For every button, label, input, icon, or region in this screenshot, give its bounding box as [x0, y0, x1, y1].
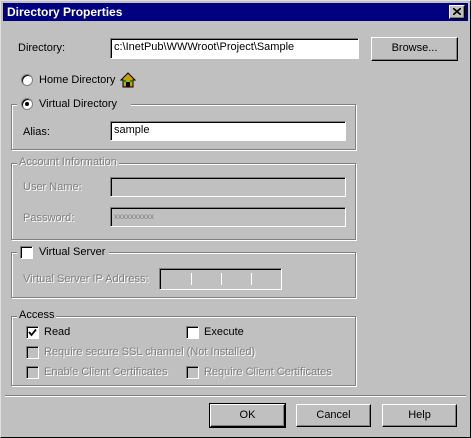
account-information-group — [11, 163, 356, 240]
home-directory-icon — [119, 72, 137, 88]
virtual-server-ip-label: Virtual Server IP Address: — [23, 273, 149, 285]
button-separator — [5, 395, 466, 397]
virtual-directory-radio[interactable] — [21, 98, 33, 110]
enable-client-certificates-checkbox[interactable] — [26, 366, 39, 379]
directory-properties-dialog: Directory Properties Directory: c:\InetP… — [0, 0, 471, 438]
alias-input[interactable]: sample — [110, 121, 346, 141]
home-directory-radio[interactable] — [21, 74, 33, 86]
read-checkbox[interactable] — [26, 326, 39, 339]
help-button[interactable]: Help — [382, 404, 457, 427]
virtual-server-label[interactable]: Virtual Server — [39, 246, 105, 258]
ip-dot-separator — [221, 273, 222, 285]
password-input[interactable]: xxxxxxxxxx — [110, 207, 346, 227]
user-name-input[interactable] — [110, 177, 346, 197]
virtual-directory-label[interactable]: Virtual Directory — [39, 98, 117, 110]
account-information-label: Account Information — [17, 156, 119, 168]
cancel-label: Cancel — [316, 409, 351, 421]
virtual-server-ip-input[interactable] — [159, 268, 282, 290]
title-bar: Directory Properties — [3, 3, 468, 21]
execute-label[interactable]: Execute — [204, 326, 244, 338]
ip-dot-separator — [251, 273, 252, 285]
require-client-certificates-checkbox[interactable] — [186, 366, 199, 379]
password-label: Password: — [23, 212, 75, 224]
browse-label: Browse... — [391, 42, 438, 54]
ip-dot-separator — [191, 273, 192, 285]
enable-client-certificates-label: Enable Client Certificates — [44, 366, 168, 378]
window-title: Directory Properties — [7, 5, 123, 19]
cancel-button[interactable]: Cancel — [296, 404, 371, 427]
close-button[interactable] — [449, 5, 465, 19]
alias-label: Alias: — [23, 126, 50, 138]
ok-button[interactable]: OK — [209, 403, 286, 428]
help-label: Help — [408, 409, 431, 421]
close-icon — [453, 8, 461, 15]
browse-button[interactable]: Browse... — [371, 37, 458, 61]
home-directory-label[interactable]: Home Directory — [39, 74, 115, 86]
directory-input[interactable]: c:\InetPub\WWWroot\Project\Sample — [110, 38, 359, 59]
read-label[interactable]: Read — [44, 326, 70, 338]
execute-checkbox[interactable] — [186, 326, 199, 339]
directory-label: Directory: — [18, 42, 66, 54]
access-label: Access — [17, 309, 57, 321]
secure-ssl-checkbox[interactable] — [26, 346, 39, 359]
checkmark-icon — [28, 328, 37, 337]
require-client-certificates-label: Require Client Certificates — [204, 366, 332, 378]
user-name-label: User Name: — [23, 181, 82, 193]
secure-ssl-label: Require secure SSL channel (Not Installe… — [44, 346, 256, 358]
ok-label: OK — [239, 409, 256, 421]
virtual-server-checkbox[interactable] — [20, 246, 33, 259]
